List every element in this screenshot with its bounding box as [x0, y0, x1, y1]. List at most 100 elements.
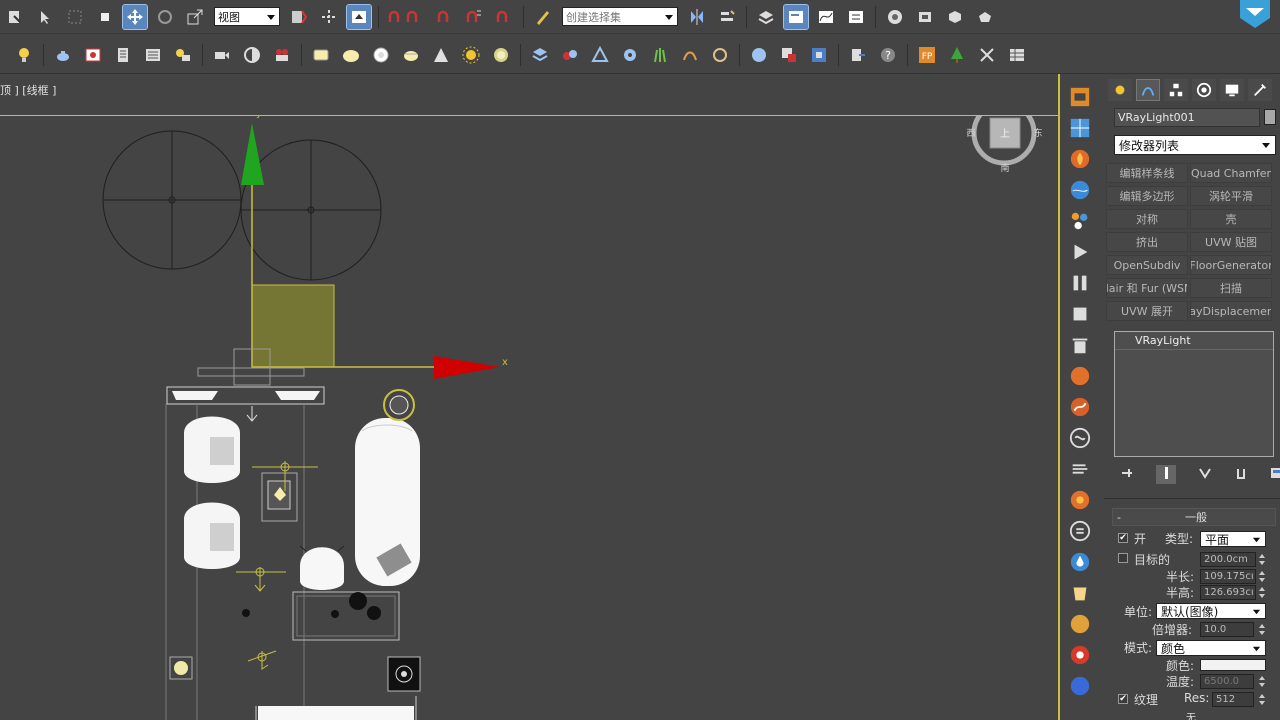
shader-icon[interactable] — [1066, 672, 1094, 700]
keyboard-shortcut-override-icon[interactable] — [346, 3, 372, 30]
vray-light-plane[interactable] — [251, 284, 335, 368]
tree-icon[interactable] — [945, 43, 969, 67]
round-table-right[interactable] — [240, 139, 382, 281]
multiplier-spinner[interactable] — [1258, 622, 1266, 637]
targeted-checkbox[interactable] — [1118, 553, 1128, 563]
proxy-icon[interactable] — [528, 43, 552, 67]
modifier-button[interactable]: UVW 展开 — [1106, 301, 1188, 321]
display-tab[interactable] — [1220, 79, 1244, 101]
angle-snap-icon[interactable] — [432, 5, 456, 29]
target-distance-field[interactable]: 200.0cm — [1200, 552, 1256, 567]
rendered-frame-window-icon[interactable] — [943, 5, 967, 29]
reference-coordinate-dropdown[interactable]: 视图 — [214, 7, 280, 26]
curve-editor-icon[interactable] — [814, 5, 838, 29]
film-camera-icon[interactable] — [270, 43, 294, 67]
sphere-half-icon[interactable] — [240, 43, 264, 67]
armchair-bottom[interactable] — [184, 502, 240, 570]
select-rotate-icon[interactable] — [153, 5, 177, 29]
forest-pack-icon[interactable]: FP — [915, 43, 939, 67]
water-icon[interactable] — [1066, 176, 1094, 204]
render-production-icon[interactable] — [973, 5, 997, 29]
mirror-icon[interactable] — [685, 5, 709, 29]
utilities-tab[interactable] — [1248, 79, 1272, 101]
particles-icon[interactable] — [1066, 207, 1094, 235]
modifier-button[interactable]: 编辑多边形 — [1106, 186, 1188, 206]
omni-light-marker[interactable] — [236, 567, 286, 592]
gizmo-y-arrow[interactable] — [241, 123, 264, 185]
configure-sets-icon[interactable] — [1270, 466, 1280, 483]
trash-icon[interactable] — [1066, 331, 1094, 359]
bottom-cabinet[interactable] — [258, 706, 414, 720]
frame-region-icon[interactable] — [807, 43, 831, 67]
motion-tab[interactable] — [1192, 79, 1216, 101]
table-icon[interactable] — [1005, 43, 1029, 67]
round-table-left[interactable] — [102, 130, 242, 270]
turbulence-icon[interactable] — [1066, 424, 1094, 452]
create-tab[interactable] — [1108, 79, 1132, 101]
render-setup-icon[interactable] — [913, 5, 937, 29]
sofa[interactable] — [355, 418, 420, 586]
pyramid-icon[interactable] — [588, 43, 612, 67]
toggle-scene-explorer-icon[interactable] — [783, 3, 809, 30]
ornatrix-icon[interactable] — [708, 43, 732, 67]
modifier-button[interactable]: Hair 和 Fur (WSM — [1106, 278, 1188, 298]
modifier-button[interactable]: 对称 — [1106, 209, 1188, 229]
select-object-icon[interactable] — [33, 5, 57, 29]
help-icon[interactable]: ? — [876, 43, 900, 67]
object-color-swatch[interactable] — [1264, 109, 1276, 125]
camera-icon[interactable] — [210, 43, 234, 67]
units-dropdown[interactable]: 默认(图像) — [1156, 603, 1266, 619]
cone-light-icon[interactable] — [429, 43, 453, 67]
temperature-field[interactable]: 6500.0 — [1200, 674, 1254, 689]
snaps-toggle-icon[interactable] — [386, 5, 426, 29]
grass-icon[interactable] — [648, 43, 672, 67]
rollout-collapse-toggle[interactable]: - — [1117, 511, 1137, 524]
render-region-icon[interactable] — [777, 43, 801, 67]
target-distance-spinner[interactable] — [1258, 552, 1266, 567]
side-table-lamp[interactable] — [252, 461, 318, 522]
select-scale-icon[interactable] — [183, 5, 207, 29]
bucket-icon[interactable] — [1066, 579, 1094, 607]
teapot-icon[interactable] — [51, 43, 75, 67]
select-move-icon[interactable] — [122, 3, 148, 30]
texture-checkbox[interactable]: ✔ — [1118, 694, 1128, 704]
undo-icon[interactable] — [3, 5, 27, 29]
play-icon[interactable] — [1066, 238, 1094, 266]
ember-icon[interactable] — [1066, 486, 1094, 514]
modifier-button[interactable]: OpenSubdiv — [1106, 255, 1188, 275]
align-icon[interactable] — [715, 5, 739, 29]
viewcube[interactable]: 上 北 南 西 东 — [966, 116, 1043, 174]
rollout-general-header[interactable]: - 一般 — [1112, 508, 1276, 526]
light-target-icon[interactable] — [383, 389, 415, 421]
vray-object-icon[interactable] — [558, 43, 582, 67]
light-type-dropdown[interactable]: 平面 — [1200, 531, 1266, 547]
spot-light-marker[interactable] — [247, 650, 277, 670]
coffee-table[interactable] — [242, 591, 400, 641]
modifier-button[interactable]: UVW 贴图 — [1190, 232, 1272, 252]
hair-fur-icon[interactable] — [678, 43, 702, 67]
modifier-button[interactable]: VRayDisplacementM — [1190, 301, 1272, 321]
mode-dropdown[interactable]: 颜色 — [1156, 640, 1266, 656]
half-width-field[interactable]: 126.693cı — [1200, 585, 1256, 600]
named-selection-set-dropdown[interactable]: 创建选择集 — [562, 7, 678, 26]
stack-item-vraylight[interactable]: VRayLight — [1115, 332, 1273, 350]
modifier-button[interactable]: 涡轮平滑 — [1190, 186, 1272, 206]
smoke-source-icon[interactable] — [1066, 517, 1094, 545]
modifier-button[interactable]: 挤出 — [1106, 232, 1188, 252]
temperature-spinner[interactable] — [1258, 674, 1266, 689]
modifier-button[interactable]: FloorGenerator — [1190, 255, 1272, 275]
plane-object-icon[interactable] — [309, 43, 333, 67]
gear-icon[interactable] — [618, 43, 642, 67]
pin-stack-icon[interactable] — [1120, 466, 1134, 483]
mesher-icon[interactable] — [1066, 641, 1094, 669]
select-manipulate-icon[interactable] — [317, 5, 341, 29]
remove-modifier-icon[interactable] — [1234, 466, 1248, 483]
on-checkbox[interactable]: ✔ — [1118, 533, 1128, 543]
liquid-icon[interactable] — [1066, 548, 1094, 576]
mesh-light-icon[interactable] — [399, 43, 423, 67]
pivot-center-icon[interactable] — [287, 5, 311, 29]
frame-buffer-icon[interactable] — [111, 43, 135, 67]
blob-object-icon[interactable] — [339, 43, 363, 67]
floor-lamp-light[interactable] — [174, 661, 188, 675]
environment-icon[interactable] — [1066, 114, 1094, 142]
